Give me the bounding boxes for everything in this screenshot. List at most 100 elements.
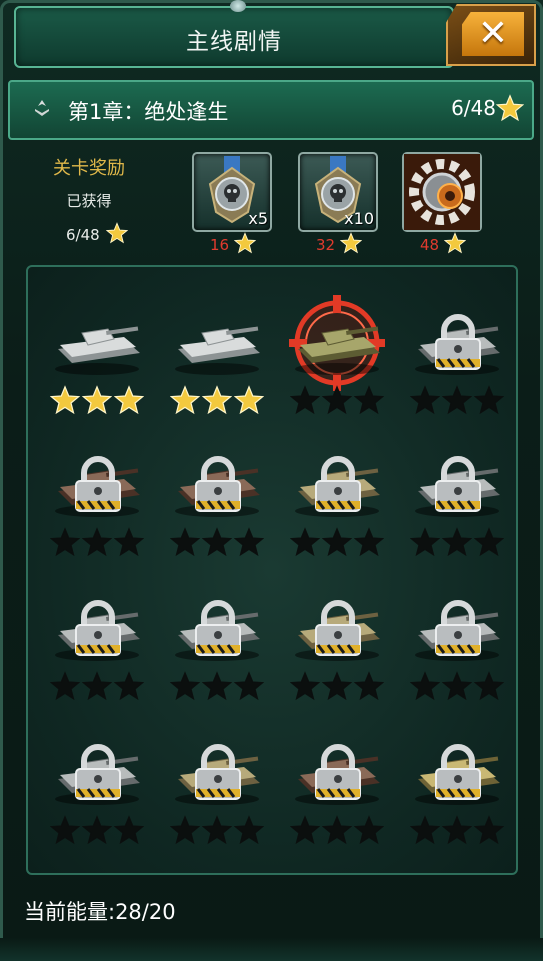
stage-stars	[409, 671, 506, 703]
rewards-status: 已获得	[66, 192, 112, 210]
empty-star-icon	[233, 671, 265, 701]
stage-6[interactable]	[158, 439, 276, 579]
close-button[interactable]: ✕	[446, 4, 536, 66]
stage-13[interactable]	[38, 727, 156, 867]
empty-star-icon	[289, 671, 321, 701]
lock-icon	[195, 744, 241, 800]
empty-star-icon	[321, 671, 353, 701]
stage-grid	[26, 265, 518, 875]
close-icon[interactable]: ✕	[462, 12, 524, 56]
stage-stars	[169, 671, 266, 703]
stage-stars	[169, 815, 266, 847]
energy-counter: 当前能量:28/20	[24, 900, 176, 924]
stage-3[interactable]	[278, 295, 396, 437]
stage-10[interactable]	[158, 583, 276, 723]
empty-star-icon	[169, 671, 201, 701]
stage-rewards: 关卡奖励 已获得 6/48 x5 16 x10 32 48	[18, 146, 518, 266]
stage-1[interactable]	[38, 297, 156, 437]
reward-required: 48	[420, 236, 440, 254]
stage-stars	[409, 815, 506, 847]
star-icon	[234, 232, 256, 254]
empty-star-icon	[353, 385, 385, 415]
empty-star-icon	[49, 671, 81, 701]
stage-stars	[49, 815, 146, 847]
star-icon	[106, 222, 128, 244]
reward-required: 16	[210, 236, 230, 254]
stage-9[interactable]	[38, 583, 156, 723]
reward-required: 32	[316, 236, 336, 254]
chapter-bar: 第1章：绝处逢生 6/48	[8, 80, 534, 140]
stage-5[interactable]	[38, 439, 156, 579]
gem-ornament-icon	[230, 0, 246, 12]
tank-icon	[55, 326, 140, 375]
star-icon	[113, 385, 145, 415]
star-icon	[169, 385, 201, 415]
empty-star-icon	[169, 815, 201, 845]
empty-star-icon	[409, 527, 441, 557]
stage-16[interactable]	[398, 727, 516, 867]
empty-star-icon	[353, 527, 385, 557]
empty-star-icon	[441, 671, 473, 701]
empty-star-icon	[49, 527, 81, 557]
lock-icon	[315, 600, 361, 656]
stage-stars	[49, 671, 146, 703]
stage-stars	[409, 527, 506, 559]
chapter-rank-icon	[35, 100, 49, 116]
empty-star-icon	[49, 815, 81, 845]
stage-15[interactable]	[278, 727, 396, 867]
stage-2[interactable]	[158, 297, 276, 437]
gear-part-icon	[404, 154, 480, 230]
stage-7[interactable]	[278, 439, 396, 579]
rewards-label: 关卡奖励	[53, 158, 125, 179]
empty-star-icon	[321, 815, 353, 845]
stage-14[interactable]	[158, 727, 276, 867]
stage-stars	[169, 527, 266, 559]
lock-icon	[75, 744, 121, 800]
empty-star-icon	[289, 815, 321, 845]
reward-item-3[interactable]	[402, 152, 482, 232]
bottom-border	[0, 938, 543, 961]
stage-stars	[169, 385, 266, 417]
empty-star-icon	[473, 527, 505, 557]
empty-star-icon	[233, 815, 265, 845]
empty-star-icon	[81, 527, 113, 557]
empty-star-icon	[233, 527, 265, 557]
stage-stars	[289, 527, 386, 559]
close-label: ✕	[477, 13, 509, 54]
lock-icon	[435, 600, 481, 656]
stage-stars	[49, 527, 146, 559]
star-icon	[233, 385, 265, 415]
stage-12[interactable]	[398, 583, 516, 723]
stage-8[interactable]	[398, 439, 516, 579]
stage-stars	[289, 671, 386, 703]
empty-star-icon	[289, 385, 321, 415]
lock-icon	[435, 314, 481, 370]
page-title: 主线剧情	[186, 29, 282, 55]
star-icon	[444, 232, 466, 254]
lock-icon	[435, 456, 481, 512]
empty-star-icon	[169, 527, 201, 557]
empty-star-icon	[113, 527, 145, 557]
empty-star-icon	[409, 815, 441, 845]
empty-star-icon	[441, 527, 473, 557]
star-icon	[340, 232, 362, 254]
tank-icon	[295, 326, 380, 375]
star-icon	[496, 94, 524, 122]
stage-4[interactable]	[398, 297, 516, 437]
tank-icon	[175, 326, 260, 375]
empty-star-icon	[113, 815, 145, 845]
empty-star-icon	[289, 527, 321, 557]
star-icon	[49, 385, 81, 415]
chapter-title: 第1章：绝处逢生	[68, 100, 229, 124]
rewards-count: 6/48	[66, 226, 100, 244]
empty-star-icon	[473, 815, 505, 845]
empty-star-icon	[441, 815, 473, 845]
empty-star-icon	[201, 671, 233, 701]
reward-item-2[interactable]: x10	[298, 152, 378, 232]
empty-star-icon	[201, 815, 233, 845]
lock-icon	[75, 600, 121, 656]
reward-item-1[interactable]: x5	[192, 152, 272, 232]
stage-stars	[289, 815, 386, 847]
title-bar: 主线剧情	[14, 0, 454, 68]
stage-11[interactable]	[278, 583, 396, 723]
